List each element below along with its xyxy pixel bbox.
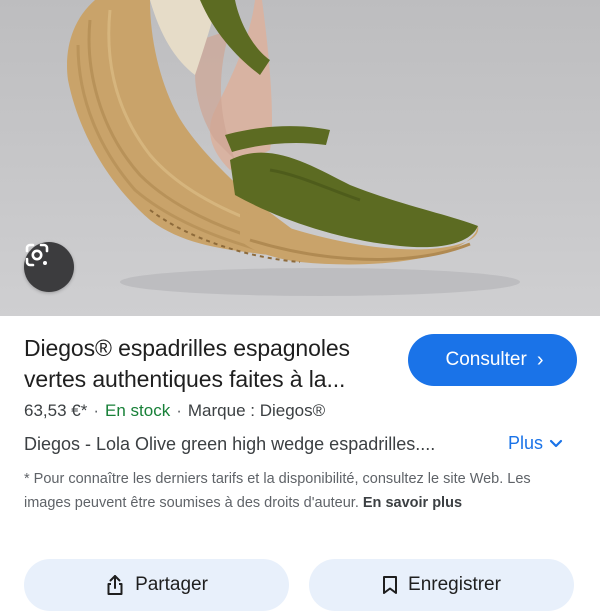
disclaimer: * Pour connaître les derniers tarifs et …	[24, 468, 564, 515]
bookmark-icon	[383, 576, 398, 594]
share-button[interactable]: Partager	[24, 559, 289, 611]
product-image[interactable]	[0, 0, 600, 316]
learn-more-link[interactable]: En savoir plus	[363, 495, 462, 511]
save-label: Enregistrer	[408, 574, 501, 595]
separator-dot: ·	[176, 401, 182, 420]
brand: Marque : Diegos®	[187, 401, 326, 420]
save-button[interactable]: Enregistrer	[309, 559, 574, 611]
share-icon	[107, 575, 123, 595]
more-button[interactable]: Plus	[508, 433, 563, 454]
separator-dot: ·	[93, 401, 100, 420]
espadrille-illustration	[67, 0, 520, 296]
product-description: Diegos - Lola Olive green high wedge esp…	[24, 434, 436, 454]
product-meta: 63,53 €* · En stock · Marque : Diegos®	[24, 401, 325, 421]
more-label: Plus	[508, 433, 544, 453]
visit-button[interactable]: Consulter ›	[408, 334, 577, 386]
google-lens-icon	[25, 243, 49, 267]
price: 63,53 €*	[24, 401, 88, 420]
visit-button-label: Consulter	[445, 349, 527, 370]
google-lens-button[interactable]	[24, 242, 74, 292]
chevron-right-icon: ›	[536, 348, 544, 371]
product-title[interactable]: Diegos® espadrilles espagnoles vertes au…	[24, 333, 394, 395]
chevron-down-icon	[549, 439, 563, 448]
share-label: Partager	[135, 574, 208, 595]
stock-status: En stock	[105, 401, 171, 420]
